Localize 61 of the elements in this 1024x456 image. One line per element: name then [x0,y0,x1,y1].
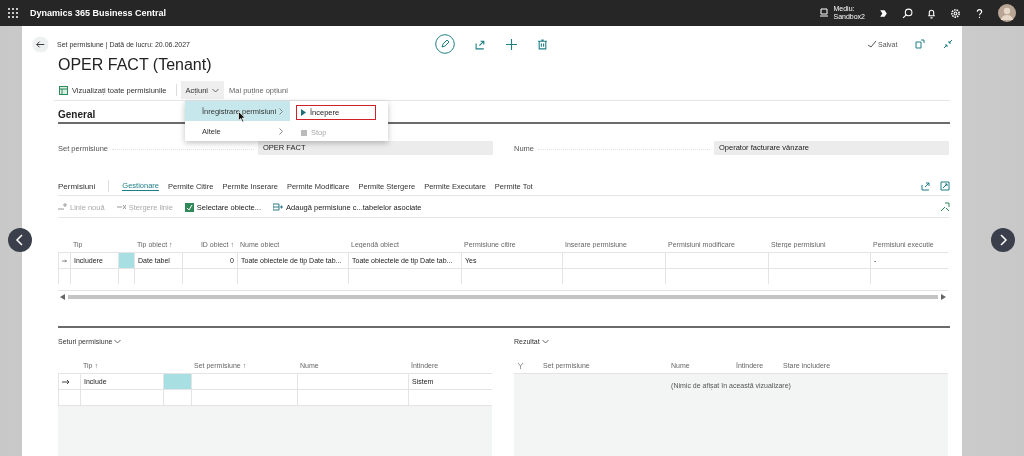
environment-icon [819,8,830,18]
table-cell[interactable] [665,252,768,268]
share-icon[interactable] [475,38,486,50]
chevron-down-icon[interactable] [114,339,122,344]
search-icon[interactable] [902,7,913,19]
empty-cell[interactable] [70,268,118,284]
select-icon [184,202,194,212]
table-cell[interactable] [191,373,297,389]
empty-cell[interactable] [768,268,870,284]
scroll-right-icon[interactable] [941,294,946,300]
empty-cell[interactable] [182,268,237,284]
help-icon[interactable] [974,7,985,19]
part-title: Permisiuni [58,181,96,191]
empty-cell[interactable] [134,268,182,284]
horizontal-scrollbar[interactable] [68,295,938,299]
empty-cell[interactable] [58,268,70,284]
settings-icon[interactable] [950,7,961,19]
table-cell[interactable] [562,252,665,268]
chevron-down-icon[interactable] [541,339,549,344]
table-cell[interactable] [297,373,408,389]
row-marker-cell[interactable] [58,252,70,268]
empty-cell[interactable] [665,268,768,284]
row-marker-cell[interactable] [58,373,80,389]
empty-cell[interactable] [562,268,665,284]
collapse-icon[interactable] [943,39,954,49]
chevron-down-icon [212,87,219,93]
next-icon[interactable] [991,228,1015,252]
avatar-icon[interactable] [998,4,1016,22]
delete-icon[interactable] [537,38,548,50]
tree-toggle-icon[interactable] [517,361,524,369]
selected-cell[interactable] [118,252,134,268]
expand-icon[interactable] [940,181,950,191]
open-new-window-icon[interactable] [915,39,926,49]
table-icon [59,85,68,95]
empty-cell[interactable] [348,268,461,284]
previous-icon[interactable] [8,228,32,252]
back-icon[interactable] [32,35,49,53]
app-launcher-icon[interactable] [8,8,18,18]
app-title: Dynamics 365 Business Central [30,8,167,18]
new-line-icon [58,203,67,211]
section-title: General [58,109,96,120]
share-icon[interactable] [921,181,931,191]
chevron-right-icon [279,107,283,115]
add-table-icon [273,203,284,211]
empty-cell[interactable] [461,268,562,284]
scroll-left-icon[interactable] [60,294,65,300]
table-cell[interactable] [768,252,870,268]
play-icon [301,109,306,116]
plus-icon[interactable] [506,38,517,50]
empty-cell[interactable] [870,268,948,284]
page-title: OPER FACT (Tenant) [58,56,213,74]
personalize-icon[interactable] [940,202,950,212]
selected-cell[interactable] [163,373,191,389]
bell-icon[interactable] [926,7,937,19]
delete-line-icon [116,203,126,211]
check-icon [868,40,876,48]
chevron-right-icon [279,127,283,135]
empty-cell[interactable] [237,268,348,284]
edit-icon[interactable] [435,34,455,54]
stop-icon [301,129,307,136]
empty-cell[interactable] [118,268,134,284]
